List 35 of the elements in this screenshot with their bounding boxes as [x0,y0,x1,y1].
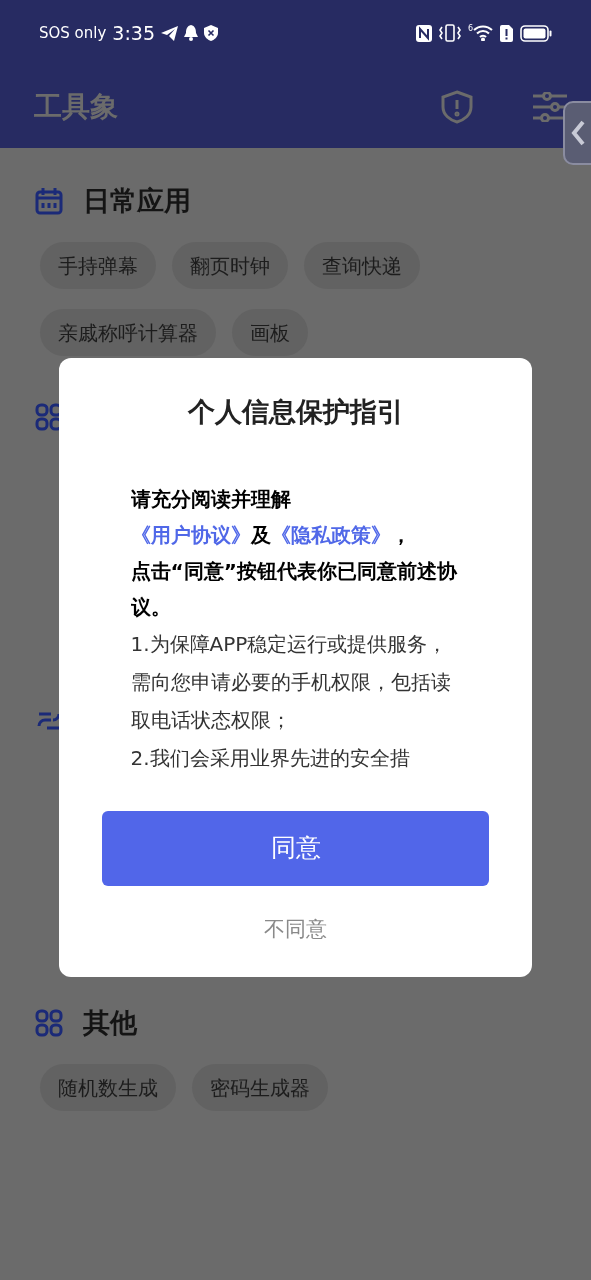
consent-notice: 请充分阅读并理解 《用户协议》及《隐私政策》， 点击“同意”按钮代表你已同意前述协议。 [130,485,459,621]
section-title: 日常应用 [83,183,191,218]
tool-chip[interactable]: 查询快递 [304,242,420,289]
tool-chip[interactable]: 亲戚称呼计算器 [40,309,216,356]
privacy-policy-link[interactable]: 《隐私政策》 [270,522,391,547]
tool-chip[interactable]: 翻页时钟 [172,242,288,289]
disagree-button[interactable]: 不同意 [264,913,327,945]
battery-icon [520,24,552,42]
calendar-icon [35,187,63,215]
grid-icon [35,1009,63,1037]
side-tab-handle[interactable] [563,101,591,165]
bell-icon [184,25,199,41]
shield-icon [204,25,219,41]
permission-paragraph: 1.为保障APP稳定运行或提供服务，需向您申请必要的手机权限，包括读取电话状态权限； [130,630,452,734]
section-title: 其他 [83,1005,137,1040]
carrier-text: SOS only [39,22,107,44]
chevron-left-icon [571,120,585,146]
wifi-icon [473,25,493,41]
settings-sliders-icon[interactable] [533,92,567,122]
app-title: 工具象 [34,89,119,125]
nfc-icon [415,24,432,42]
sim-alert-icon [500,24,513,42]
shield-alert-icon[interactable] [441,90,473,124]
tool-chip[interactable]: 画板 [232,309,308,356]
tool-chip[interactable]: 密码生成器 [192,1064,328,1111]
tool-chip[interactable]: 手持弹幕 [40,242,156,289]
permission-paragraph: 2.我们会采用业界先进的安全措 [130,744,411,772]
agree-button[interactable]: 同意 [102,810,489,886]
user-agreement-link[interactable]: 《用户协议》 [130,522,251,547]
vibrate-icon [438,24,461,42]
dialog-title: 个人信息保护指引 [187,395,404,429]
tool-chip[interactable]: 随机数生成 [40,1064,176,1111]
paper-plane-icon [161,25,179,41]
network-type-text: 6 [467,25,473,33]
clock-text: 3:35 [112,20,156,46]
